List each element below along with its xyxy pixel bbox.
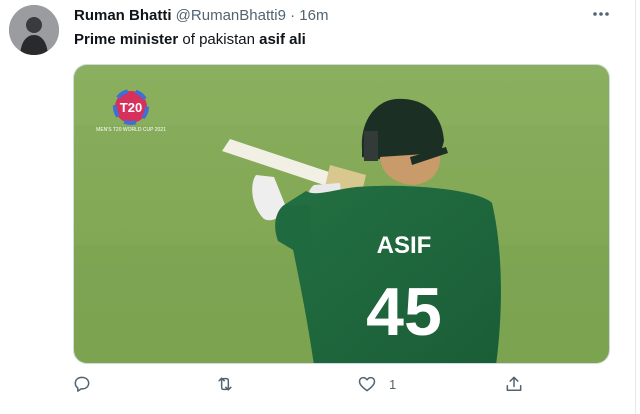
like-count: 1 <box>389 376 397 392</box>
separator-dot: · <box>290 7 296 24</box>
tweet-media-image[interactable]: T20 MEN'S T20 WORLD CUP 2021 ASIF 45 <box>73 64 610 364</box>
jersey-name: ASIF <box>377 232 432 259</box>
avatar[interactable] <box>9 5 59 55</box>
heart-icon <box>357 374 377 394</box>
like-button[interactable]: 1 <box>357 374 396 394</box>
reply-icon <box>72 374 92 394</box>
tweet-text: Prime minister of pakistan asif ali <box>74 31 306 49</box>
reply-button[interactable] <box>72 374 92 394</box>
tweet[interactable]: Ruman Bhatti @RumanBhatti9 · 16m Prime m… <box>0 0 640 414</box>
divider <box>635 0 636 414</box>
logo-subtext: MEN'S T20 WORLD CUP 2021 <box>96 127 166 133</box>
retweet-icon <box>215 374 235 394</box>
author-name[interactable]: Ruman Bhatti <box>74 7 172 24</box>
tweet-text-bold-2: asif ali <box>259 31 306 48</box>
logo-text: T20 <box>120 100 142 115</box>
author-handle[interactable]: @RumanBhatti9 <box>176 7 286 24</box>
share-icon <box>504 374 524 394</box>
tweet-text-bold-1: Prime minister <box>74 31 179 48</box>
tweet-text-plain: of pakistan <box>178 31 260 48</box>
more-options-icon[interactable] <box>589 4 613 24</box>
jersey-number: 45 <box>366 274 442 350</box>
tweet-actions: 1 <box>0 374 640 404</box>
share-button[interactable] <box>504 374 524 394</box>
timestamp[interactable]: 16m <box>299 7 328 24</box>
tweet-header: Ruman Bhatti @RumanBhatti9 · 16m <box>74 7 328 25</box>
retweet-button[interactable] <box>215 374 235 394</box>
